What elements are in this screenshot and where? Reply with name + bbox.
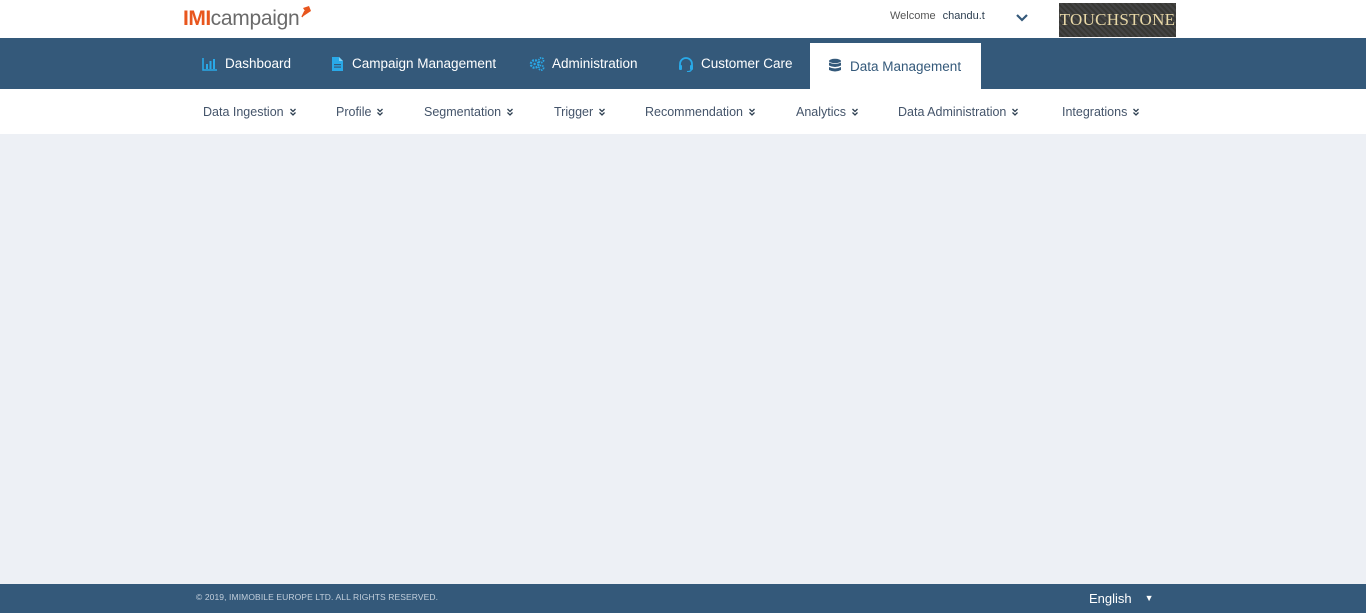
- nav-administration-label: Administration: [552, 56, 638, 71]
- subnav-analytics[interactable]: Analytics: [796, 89, 858, 134]
- nav-customer-care[interactable]: Customer Care: [678, 38, 793, 89]
- subnav-recommendation[interactable]: Recommendation: [645, 89, 755, 134]
- double-chevron-down-icon: [852, 108, 858, 116]
- welcome-text: Welcome chandu.t: [890, 10, 985, 22]
- copyright-text: © 2019, IMIMOBILE EUROPE LTD. ALL RIGHTS…: [196, 592, 439, 602]
- nav-campaign-management-label: Campaign Management: [352, 56, 497, 71]
- welcome-label: Welcome: [890, 10, 936, 22]
- language-label: English: [1089, 590, 1132, 606]
- logo-campaign-text: campaign: [210, 7, 300, 30]
- subnav-trigger[interactable]: Trigger: [554, 89, 606, 134]
- user-menu-chevron-down-icon[interactable]: [1015, 11, 1029, 23]
- nav-campaign-management[interactable]: Campaign Management: [329, 38, 496, 89]
- bar-chart-icon: [202, 56, 218, 72]
- gears-icon: [529, 56, 545, 72]
- double-chevron-down-icon: [289, 108, 296, 116]
- client-logo: TOUCHSTONE: [1059, 3, 1176, 37]
- database-icon: [827, 58, 843, 74]
- caret-down-icon: ▼: [1144, 593, 1154, 603]
- nav-data-management[interactable]: Data Management: [810, 43, 982, 89]
- double-chevron-down-icon: [1012, 108, 1019, 116]
- imicampaign-logo[interactable]: IMI campaign: [183, 4, 312, 34]
- subnav-data-ingestion[interactable]: Data Ingestion: [203, 89, 296, 134]
- subnav-data-administration-label: Data Administration: [898, 104, 1007, 119]
- document-icon: [329, 56, 345, 72]
- client-logo-text: TOUCHSTONE: [1059, 10, 1176, 29]
- subnav-recommendation-label: Recommendation: [645, 104, 743, 119]
- subnav-segmentation[interactable]: Segmentation: [424, 89, 514, 134]
- double-chevron-down-icon: [377, 108, 384, 116]
- language-selector[interactable]: English ▼: [1089, 589, 1154, 607]
- top-header: IMI campaign Welcome chandu.t TOUCHSTONE: [0, 0, 1366, 38]
- main-nav: Dashboard Campaign Management Administra…: [0, 38, 1366, 89]
- double-chevron-down-icon: [1133, 108, 1140, 116]
- logo-flag-icon: [300, 5, 312, 24]
- nav-administration[interactable]: Administration: [529, 38, 638, 89]
- double-chevron-down-icon: [599, 108, 606, 116]
- double-chevron-down-icon: [749, 108, 755, 116]
- subnav-profile[interactable]: Profile: [336, 89, 384, 134]
- nav-data-management-label: Data Management: [850, 58, 962, 74]
- main-content-area: [0, 134, 1366, 584]
- nav-dashboard-label: Dashboard: [225, 56, 292, 71]
- nav-customer-care-label: Customer Care: [701, 56, 793, 71]
- footer: © 2019, IMIMOBILE EUROPE LTD. ALL RIGHTS…: [0, 584, 1366, 613]
- subnav-trigger-label: Trigger: [554, 104, 594, 119]
- subnav-profile-label: Profile: [336, 104, 372, 119]
- nav-dashboard[interactable]: Dashboard: [202, 38, 291, 89]
- sub-nav: Data Ingestion Profile Segmentation Trig…: [0, 89, 1366, 134]
- subnav-integrations[interactable]: Integrations: [1062, 89, 1140, 134]
- headset-icon: [678, 56, 694, 72]
- subnav-segmentation-label: Segmentation: [424, 104, 502, 119]
- username[interactable]: chandu.t: [943, 10, 985, 22]
- subnav-integrations-label: Integrations: [1062, 104, 1128, 119]
- subnav-analytics-label: Analytics: [796, 104, 847, 119]
- logo-imi-text: IMI: [183, 7, 211, 30]
- subnav-data-administration[interactable]: Data Administration: [898, 89, 1019, 134]
- subnav-data-ingestion-label: Data Ingestion: [203, 104, 284, 119]
- double-chevron-down-icon: [507, 108, 514, 116]
